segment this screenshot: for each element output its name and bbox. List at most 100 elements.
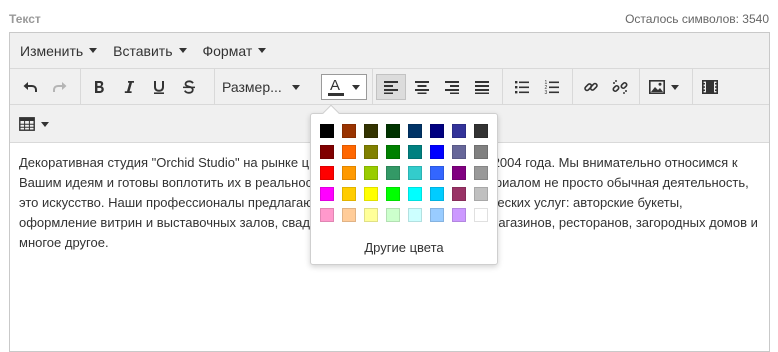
color-swatch[interactable] [408, 187, 422, 201]
color-swatch[interactable] [364, 166, 378, 180]
color-swatch[interactable] [364, 187, 378, 201]
color-swatch[interactable] [342, 187, 356, 201]
color-swatch[interactable] [430, 187, 444, 201]
color-swatch[interactable] [452, 187, 466, 201]
color-swatch[interactable] [474, 124, 488, 138]
menu-edit[interactable]: Изменить [12, 37, 105, 65]
toolbar-separator [502, 69, 503, 105]
align-left-button[interactable] [376, 74, 406, 100]
unlink-icon [612, 80, 628, 94]
color-swatch[interactable] [320, 208, 334, 222]
caret-down-icon [178, 48, 187, 53]
toolbar-separator [572, 69, 573, 105]
color-swatch[interactable] [430, 145, 444, 159]
insert-image-button[interactable] [644, 74, 684, 100]
color-swatch[interactable] [430, 124, 444, 138]
remove-link-button[interactable] [607, 74, 633, 100]
color-swatch[interactable] [320, 166, 334, 180]
field-label: Текст [9, 12, 41, 26]
color-swatch[interactable] [386, 187, 400, 201]
color-swatch[interactable] [364, 124, 378, 138]
bullet-list-button[interactable] [508, 74, 536, 100]
color-swatch[interactable] [474, 145, 488, 159]
caret-down-icon [41, 121, 49, 127]
color-swatch[interactable] [320, 145, 334, 159]
numbered-list-icon: 1 2 3 [545, 80, 559, 95]
color-swatch[interactable] [342, 124, 356, 138]
color-swatch[interactable] [474, 208, 488, 222]
font-color-letter: A [330, 77, 341, 94]
menu-format[interactable]: Формат [195, 37, 275, 65]
color-swatch[interactable] [452, 124, 466, 138]
insert-media-button[interactable] [696, 74, 724, 100]
menu-format-label: Формат [202, 42, 253, 59]
color-swatch[interactable] [452, 145, 466, 159]
color-swatch[interactable] [386, 166, 400, 180]
numbered-list-button[interactable]: 1 2 3 [538, 74, 566, 100]
underline-button[interactable] [146, 74, 172, 100]
more-colors-button[interactable]: Другие цвета [311, 240, 497, 255]
color-swatch[interactable] [408, 145, 422, 159]
color-swatch[interactable] [386, 208, 400, 222]
toolbar-separator [80, 69, 81, 105]
strikethrough-button[interactable] [176, 74, 202, 100]
svg-text:3: 3 [545, 90, 548, 95]
align-center-button[interactable] [408, 74, 436, 100]
toolbar-separator [214, 69, 215, 105]
align-right-button[interactable] [438, 74, 466, 100]
font-color-indicator [328, 93, 344, 96]
caret-down-icon [352, 84, 360, 90]
color-swatch[interactable] [342, 145, 356, 159]
italic-button[interactable] [116, 74, 142, 100]
insert-link-button[interactable] [578, 74, 604, 100]
align-justify-icon [475, 81, 489, 94]
film-icon [702, 80, 718, 94]
color-swatch[interactable] [364, 145, 378, 159]
color-swatch[interactable] [342, 208, 356, 222]
color-swatch[interactable] [386, 145, 400, 159]
color-swatch[interactable] [342, 166, 356, 180]
color-swatch[interactable] [364, 208, 378, 222]
underline-icon [154, 81, 164, 94]
color-picker-popup: Другие цвета [310, 104, 498, 265]
align-right-icon [445, 81, 459, 94]
link-icon [584, 82, 598, 92]
italic-icon [124, 81, 134, 93]
color-swatch[interactable] [320, 187, 334, 201]
align-justify-button[interactable] [468, 74, 496, 100]
color-swatch-grid [320, 124, 488, 222]
char-counter: Осталось символов: 3540 [625, 12, 769, 26]
color-swatch[interactable] [430, 166, 444, 180]
bullet-list-icon [515, 81, 529, 94]
table-icon [19, 117, 35, 131]
color-swatch[interactable] [320, 124, 334, 138]
caret-down-icon [291, 84, 300, 90]
strikethrough-icon [183, 80, 195, 94]
align-center-icon [415, 81, 429, 94]
color-swatch[interactable] [452, 208, 466, 222]
toolbar-separator [692, 69, 693, 105]
bold-button[interactable] [86, 74, 112, 100]
color-swatch[interactable] [408, 208, 422, 222]
font-size-label: Размер... [222, 79, 282, 95]
undo-button[interactable] [16, 74, 44, 100]
color-swatch[interactable] [430, 208, 444, 222]
font-color-icon: A [328, 77, 344, 96]
menu-insert-label: Вставить [113, 42, 173, 59]
redo-button[interactable] [46, 74, 74, 100]
toolbar-separator [372, 69, 373, 105]
redo-icon [53, 82, 67, 92]
font-color-button[interactable]: A [321, 74, 367, 100]
color-swatch[interactable] [474, 166, 488, 180]
caret-down-icon [671, 84, 679, 90]
color-swatch[interactable] [408, 166, 422, 180]
color-swatch[interactable] [408, 124, 422, 138]
color-swatch[interactable] [452, 166, 466, 180]
toolbar: Размер... A 1 2 3 [10, 69, 769, 105]
caret-down-icon [258, 48, 267, 53]
insert-table-button[interactable] [16, 111, 52, 137]
menu-insert[interactable]: Вставить [105, 37, 194, 65]
color-swatch[interactable] [386, 124, 400, 138]
font-size-dropdown[interactable]: Размер... [222, 74, 314, 100]
color-swatch[interactable] [474, 187, 488, 201]
